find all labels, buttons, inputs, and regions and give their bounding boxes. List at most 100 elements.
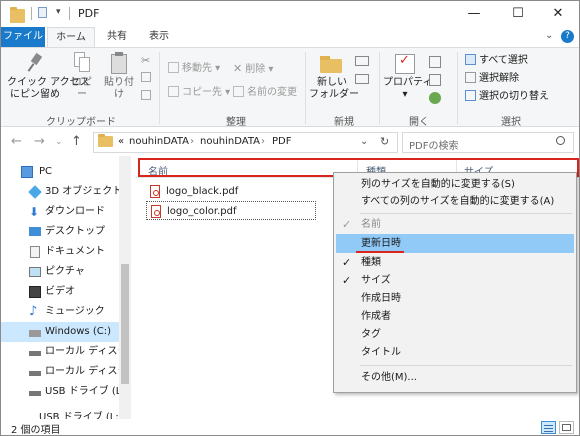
pdf-file-icon xyxy=(151,205,161,218)
breadcrumb-separator[interactable]: › xyxy=(190,136,194,147)
nav-item-3d-objects[interactable]: 3D オブジェクト xyxy=(1,182,119,202)
rename-button[interactable]: 名前の変更 xyxy=(233,86,297,99)
cut-icon[interactable]: ✂ xyxy=(141,54,150,67)
drive-icon xyxy=(29,371,41,376)
select-all-button[interactable]: すべて選択 xyxy=(465,54,528,67)
properties-button[interactable]: ✓ プロパティ ▾ xyxy=(383,54,433,101)
nav-item-local-disk-e[interactable]: ローカル ディスク (E xyxy=(1,362,119,382)
menu-item-title[interactable]: タイトル xyxy=(336,343,574,362)
divider xyxy=(305,52,306,124)
menu-item-more[interactable]: その他(M)... xyxy=(336,368,574,387)
address-bar[interactable]: « nouhinDATA › nouhinDATA › PDF ⌄ ↻ xyxy=(93,132,398,153)
minimize-button[interactable]: — xyxy=(453,1,495,27)
new-folder-button[interactable]: 新しい フォルダー xyxy=(309,54,359,101)
menu-item-authors[interactable]: 作成者 xyxy=(336,307,574,326)
menu-item-size[interactable]: ✓ サイズ xyxy=(336,271,574,290)
details-view-button[interactable] xyxy=(541,421,556,434)
history-icon[interactable] xyxy=(429,92,441,104)
file-row[interactable]: logo_black.pdf xyxy=(146,182,316,201)
move-to-button[interactable]: 移動先 ▾ xyxy=(168,62,220,75)
divider xyxy=(159,52,160,124)
group-new: 新規 xyxy=(334,117,354,128)
close-button[interactable]: ✕ xyxy=(537,1,579,27)
pin-quick-access-button[interactable]: クイック アクセス にピン留め xyxy=(7,52,90,101)
refresh-icon[interactable]: ↻ xyxy=(380,135,389,148)
menu-item-auto-size-all-columns[interactable]: すべての列のサイズを自動的に変更する(A) xyxy=(336,192,574,211)
properties-label: プロパティ ▾ xyxy=(383,77,433,100)
copy-to-button[interactable]: コピー先 ▾ xyxy=(168,86,230,99)
nav-item-usb-drive[interactable]: USB ドライブ (L:) xyxy=(1,382,119,402)
nav-item-pictures[interactable]: ピクチャ xyxy=(1,262,119,282)
file-row[interactable]: logo_color.pdf xyxy=(146,201,316,220)
nav-item-videos[interactable]: ビデオ xyxy=(1,282,119,302)
menu-item-type[interactable]: ✓ 種類 xyxy=(336,253,574,272)
ribbon-collapse-icon[interactable]: ⌄ xyxy=(545,30,553,41)
divider xyxy=(31,7,32,20)
menu-item-date-created[interactable]: 作成日時 xyxy=(336,289,574,308)
music-icon: ♪ xyxy=(29,304,38,319)
nav-pane-scrollbar[interactable] xyxy=(119,156,131,419)
tab-home[interactable]: ホーム xyxy=(47,27,95,48)
forward-arrow-icon[interactable]: → xyxy=(34,134,45,149)
paste-shortcut-icon[interactable] xyxy=(141,90,151,100)
copy-path-icon[interactable] xyxy=(141,72,151,82)
ribbon: クイック アクセス にピン留め コピー 貼り付け ✂ クリップボード 移動先 ▾… xyxy=(1,47,579,128)
select-none-label: 選択解除 xyxy=(479,73,519,84)
nav-item-downloads[interactable]: ⬇ ダウンロード xyxy=(1,202,119,222)
file-name: logo_color.pdf xyxy=(167,206,237,217)
search-box[interactable]: PDFの検索 xyxy=(402,132,574,153)
pc-icon xyxy=(21,166,33,178)
properties-quick-icon[interactable] xyxy=(38,7,52,21)
new-item-icon[interactable] xyxy=(355,56,369,66)
check-icon: ✓ xyxy=(342,218,352,231)
nav-item-desktop[interactable]: デスクトップ xyxy=(1,222,119,242)
easy-access-icon[interactable] xyxy=(355,74,369,84)
pictures-icon xyxy=(29,267,41,277)
breadcrumb-overflow[interactable]: « xyxy=(118,136,124,147)
menu-item-label: タイトル xyxy=(361,347,401,358)
help-icon[interactable]: ? xyxy=(561,30,574,43)
pin-icon xyxy=(26,52,44,74)
paste-icon xyxy=(110,52,128,74)
large-icons-view-button[interactable] xyxy=(559,421,574,434)
drive-icon xyxy=(29,351,41,356)
tab-share[interactable]: 共有 xyxy=(99,27,135,47)
group-clipboard: クリップボード xyxy=(46,117,116,128)
nav-item-usb-drive-root[interactable]: USB ドライブ (L:) xyxy=(1,408,119,419)
scrollbar-thumb[interactable] xyxy=(121,264,129,384)
tab-file[interactable]: ファイル xyxy=(1,27,45,47)
nav-item-label: PC xyxy=(39,166,53,177)
menu-item-tags[interactable]: タグ xyxy=(336,325,574,344)
pdf-file-icon xyxy=(150,185,160,198)
nav-item-windows-c[interactable]: Windows (C:) xyxy=(1,322,119,342)
group-select: 選択 xyxy=(501,117,521,128)
copy-button[interactable]: コピー xyxy=(69,52,95,101)
desktop-icon xyxy=(29,227,41,236)
back-arrow-icon[interactable]: ← xyxy=(11,134,22,149)
nav-item-documents[interactable]: ドキュメント xyxy=(1,242,119,262)
up-arrow-icon[interactable]: ↑ xyxy=(71,134,82,149)
breadcrumb-item[interactable]: nouhinDATA xyxy=(129,136,189,147)
nav-item-pc[interactable]: PC xyxy=(1,162,119,182)
properties-icon: ✓ xyxy=(395,54,415,74)
delete-button[interactable]: ✕ 削除 ▾ xyxy=(233,62,273,76)
menu-item-label: 名前 xyxy=(361,219,381,230)
recent-dropdown-icon[interactable]: ⌄ xyxy=(55,137,63,147)
edit-icon[interactable] xyxy=(429,74,441,86)
details-view-icon xyxy=(544,425,553,426)
invert-selection-button[interactable]: 選択の切り替え xyxy=(465,90,549,103)
breadcrumb-item[interactable]: PDF xyxy=(272,136,291,147)
nav-item-music[interactable]: ♪ ミュージック xyxy=(1,302,119,322)
quick-access-dropdown-icon[interactable]: ▾ xyxy=(56,7,61,21)
breadcrumb-item[interactable]: nouhinDATA xyxy=(200,136,260,147)
tab-view[interactable]: 表示 xyxy=(141,27,177,47)
select-none-button[interactable]: 選択解除 xyxy=(465,72,519,85)
address-dropdown-icon[interactable]: ⌄ xyxy=(360,136,368,147)
open-icon[interactable] xyxy=(429,56,441,68)
check-icon: ✓ xyxy=(342,274,352,287)
breadcrumb-separator[interactable]: › xyxy=(261,136,265,147)
paste-button[interactable]: 貼り付け xyxy=(101,52,137,101)
nav-item-local-disk-d[interactable]: ローカル ディスク (D xyxy=(1,342,119,362)
maximize-button[interactable]: ☐ xyxy=(497,1,539,27)
search-icon[interactable] xyxy=(556,136,565,145)
